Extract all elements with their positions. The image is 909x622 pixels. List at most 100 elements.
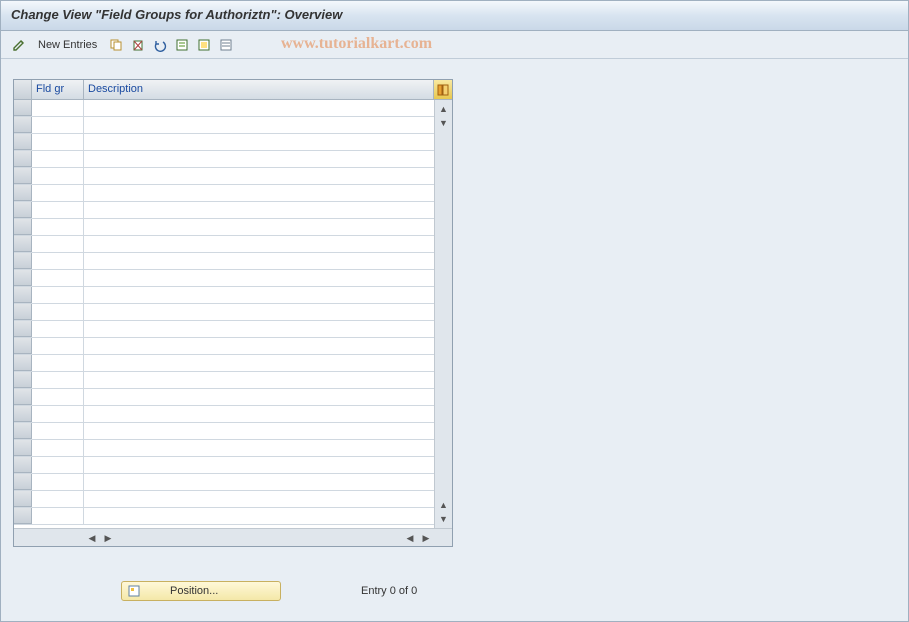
table-row[interactable] — [14, 304, 434, 321]
table-row[interactable] — [14, 253, 434, 270]
table-row[interactable] — [14, 270, 434, 287]
vertical-scrollbar[interactable]: ▲ ▼ ▲ ▼ — [434, 100, 452, 528]
undo-icon[interactable] — [150, 35, 170, 55]
row-selector[interactable] — [14, 219, 32, 235]
table-row[interactable] — [14, 457, 434, 474]
cell-description[interactable] — [84, 338, 434, 354]
table-row[interactable] — [14, 202, 434, 219]
cell-fldgr[interactable] — [32, 389, 84, 405]
cell-description[interactable] — [84, 219, 434, 235]
table-row[interactable] — [14, 491, 434, 508]
pencil-icon[interactable] — [9, 35, 29, 55]
table-row[interactable] — [14, 236, 434, 253]
row-selector[interactable] — [14, 100, 32, 116]
row-selector[interactable] — [14, 236, 32, 252]
table-row[interactable] — [14, 406, 434, 423]
cell-fldgr[interactable] — [32, 253, 84, 269]
table-row[interactable] — [14, 287, 434, 304]
cell-fldgr[interactable] — [32, 355, 84, 371]
row-selector[interactable] — [14, 270, 32, 286]
row-selector[interactable] — [14, 202, 32, 218]
row-selector[interactable] — [14, 457, 32, 473]
cell-fldgr[interactable] — [32, 508, 84, 524]
cell-description[interactable] — [84, 253, 434, 269]
row-selector[interactable] — [14, 338, 32, 354]
cell-fldgr[interactable] — [32, 372, 84, 388]
scroll-right-icon[interactable]: ▶ — [419, 531, 433, 545]
table-row[interactable] — [14, 423, 434, 440]
scroll-up-icon[interactable]: ▲ — [437, 102, 451, 116]
cell-fldgr[interactable] — [32, 287, 84, 303]
select-all-icon[interactable] — [172, 35, 192, 55]
table-row[interactable] — [14, 219, 434, 236]
cell-description[interactable] — [84, 236, 434, 252]
cell-fldgr[interactable] — [32, 304, 84, 320]
table-row[interactable] — [14, 440, 434, 457]
cell-description[interactable] — [84, 321, 434, 337]
cell-fldgr[interactable] — [32, 406, 84, 422]
cell-description[interactable] — [84, 372, 434, 388]
row-selector[interactable] — [14, 287, 32, 303]
row-selector[interactable] — [14, 423, 32, 439]
cell-description[interactable] — [84, 355, 434, 371]
row-selector[interactable] — [14, 321, 32, 337]
column-header-fldgr[interactable]: Fld gr — [32, 80, 84, 99]
row-selector[interactable] — [14, 474, 32, 490]
row-selector[interactable] — [14, 253, 32, 269]
row-selector[interactable] — [14, 406, 32, 422]
row-selector[interactable] — [14, 389, 32, 405]
cell-description[interactable] — [84, 508, 434, 524]
row-selector[interactable] — [14, 168, 32, 184]
table-row[interactable] — [14, 474, 434, 491]
scroll-left2-icon[interactable]: ◀ — [403, 531, 417, 545]
cell-description[interactable] — [84, 151, 434, 167]
cell-description[interactable] — [84, 406, 434, 422]
cell-description[interactable] — [84, 474, 434, 490]
table-row[interactable] — [14, 389, 434, 406]
cell-description[interactable] — [84, 287, 434, 303]
row-selector[interactable] — [14, 508, 32, 524]
cell-fldgr[interactable] — [32, 151, 84, 167]
position-button[interactable]: Position... — [121, 581, 281, 601]
row-selector[interactable] — [14, 117, 32, 133]
cell-description[interactable] — [84, 202, 434, 218]
copy-icon[interactable] — [106, 35, 126, 55]
row-selector[interactable] — [14, 372, 32, 388]
cell-description[interactable] — [84, 270, 434, 286]
cell-description[interactable] — [84, 389, 434, 405]
table-row[interactable] — [14, 168, 434, 185]
row-selector[interactable] — [14, 355, 32, 371]
row-selector[interactable] — [14, 185, 32, 201]
table-row[interactable] — [14, 338, 434, 355]
cell-fldgr[interactable] — [32, 134, 84, 150]
horizontal-scrollbar[interactable]: ◀ ▶ ◀ ▶ — [14, 528, 452, 546]
cell-description[interactable] — [84, 457, 434, 473]
cell-fldgr[interactable] — [32, 338, 84, 354]
cell-description[interactable] — [84, 134, 434, 150]
table-row[interactable] — [14, 185, 434, 202]
cell-description[interactable] — [84, 423, 434, 439]
row-selector[interactable] — [14, 304, 32, 320]
row-selector[interactable] — [14, 491, 32, 507]
table-row[interactable] — [14, 355, 434, 372]
scroll-right-step-icon[interactable]: ▶ — [101, 531, 115, 545]
table-row[interactable] — [14, 508, 434, 525]
cell-fldgr[interactable] — [32, 185, 84, 201]
cell-fldgr[interactable] — [32, 202, 84, 218]
row-selector[interactable] — [14, 151, 32, 167]
table-row[interactable] — [14, 117, 434, 134]
table-row[interactable] — [14, 134, 434, 151]
cell-fldgr[interactable] — [32, 474, 84, 490]
scroll-down-icon[interactable]: ▼ — [437, 116, 451, 130]
cell-fldgr[interactable] — [32, 491, 84, 507]
scroll-down2-icon[interactable]: ▼ — [437, 512, 451, 526]
table-row[interactable] — [14, 321, 434, 338]
cell-description[interactable] — [84, 185, 434, 201]
cell-fldgr[interactable] — [32, 219, 84, 235]
select-all-header[interactable] — [14, 80, 32, 99]
new-entries-button[interactable]: New Entries — [31, 36, 104, 54]
cell-fldgr[interactable] — [32, 321, 84, 337]
row-selector[interactable] — [14, 440, 32, 456]
table-row[interactable] — [14, 100, 434, 117]
select-block-icon[interactable] — [194, 35, 214, 55]
